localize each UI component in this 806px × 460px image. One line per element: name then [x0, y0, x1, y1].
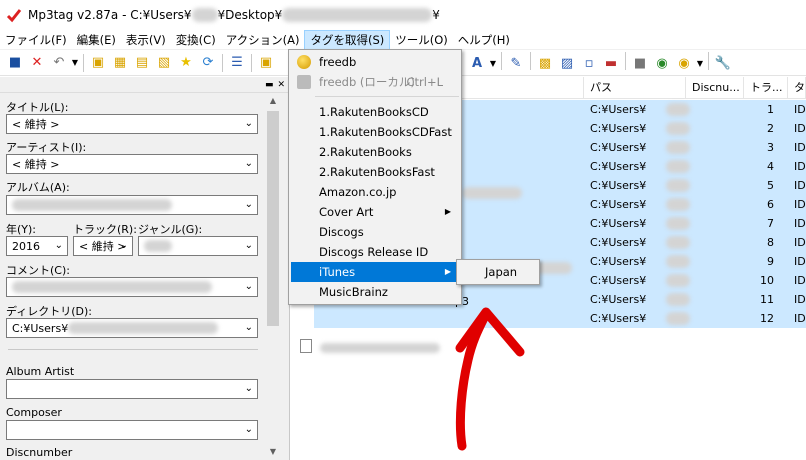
- annotation-arrow: [455, 307, 525, 451]
